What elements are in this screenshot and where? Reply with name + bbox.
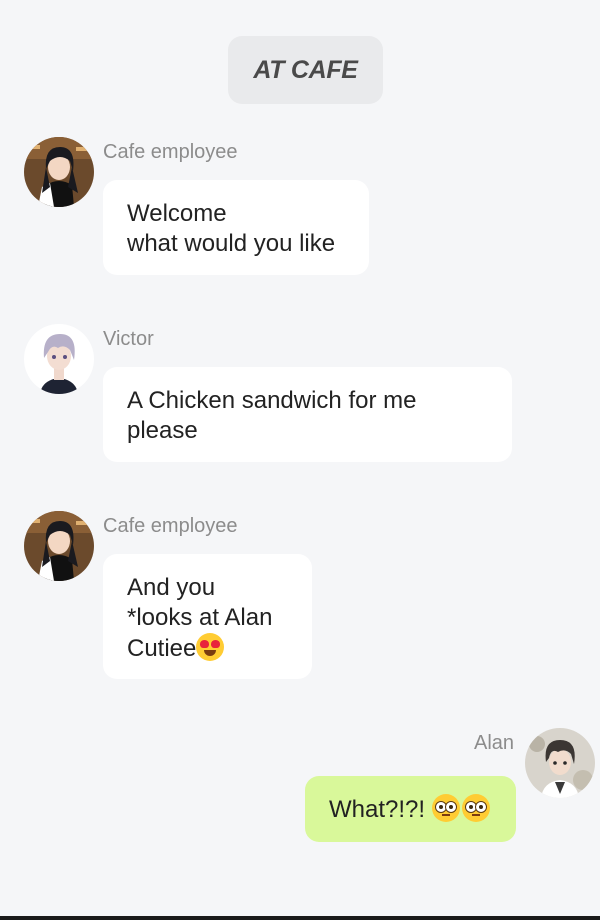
message-text: Welcome bbox=[127, 200, 227, 227]
message-bubble[interactable]: What?!?! bbox=[305, 776, 516, 842]
message-text: *looks at Alan bbox=[127, 604, 273, 631]
victor-avatar[interactable] bbox=[24, 324, 94, 394]
alan-avatar[interactable] bbox=[525, 728, 595, 798]
message-bubble[interactable]: Welcome what would you like bbox=[103, 180, 369, 275]
message-bubble[interactable]: And you *looks at Alan Cutiee bbox=[103, 554, 312, 679]
cafe-employee-avatar[interactable] bbox=[24, 511, 94, 581]
heart-eyes-emoji-icon bbox=[196, 633, 225, 661]
sender-name: Alan bbox=[474, 732, 515, 754]
message-text: please bbox=[127, 417, 198, 444]
message-text: What?!?! bbox=[329, 796, 432, 823]
scene-label: AT CAFE bbox=[228, 36, 383, 104]
cafe-employee-avatar[interactable] bbox=[24, 137, 94, 207]
flushed-face-emoji-icon bbox=[461, 794, 490, 822]
bottom-edge-bar bbox=[0, 916, 600, 920]
sender-name: Cafe employee bbox=[103, 515, 238, 537]
message-text: Cutiee bbox=[127, 635, 197, 662]
flushed-face-emoji-icon bbox=[431, 794, 460, 822]
message-text: what would you like bbox=[127, 230, 336, 257]
message-text: And you bbox=[127, 574, 216, 601]
sender-name: Cafe employee bbox=[103, 141, 238, 163]
message-text: A Chicken sandwich for me bbox=[127, 387, 417, 414]
sender-name: Victor bbox=[103, 328, 154, 350]
message-bubble[interactable]: A Chicken sandwich for me please bbox=[103, 367, 512, 462]
